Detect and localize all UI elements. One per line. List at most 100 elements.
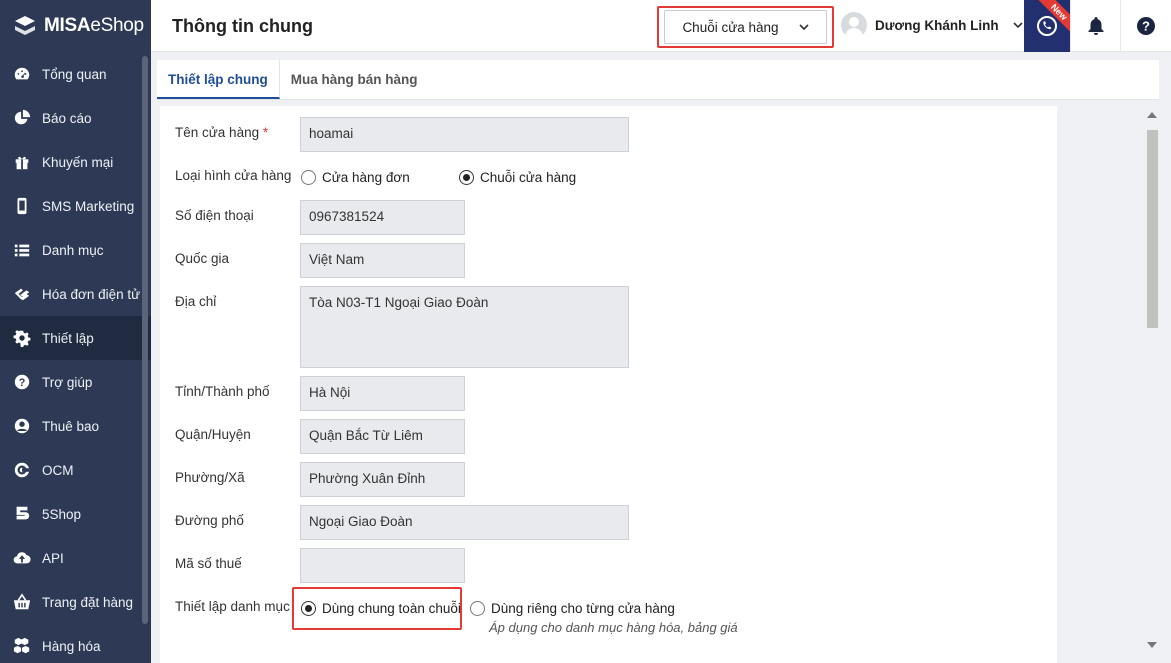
sidebar-item-thiet-lap[interactable]: Thiết lập [0, 316, 151, 360]
radio-label: Chuỗi cửa hàng [480, 170, 577, 185]
chevron-down-icon [1013, 22, 1023, 29]
sidebar-item-danh-muc[interactable]: Danh mục [0, 228, 151, 272]
sidebar-item-label: Tổng quan [42, 66, 107, 82]
logo[interactable]: MISAeShop [0, 0, 151, 52]
district-input[interactable]: Quận Bắc Từ Liêm [300, 419, 465, 454]
store-name-label: Tên cửa hàng * [175, 125, 269, 140]
sidebar-item-label: Hóa đơn điện tử [42, 286, 141, 302]
tab-bar: Thiết lập chung Mua hàng bán hàng [157, 60, 1159, 100]
brand-name: MISAeShop [44, 15, 144, 36]
sidebar-item-hang-hoa[interactable]: Hàng hóa [0, 624, 151, 663]
radio-shared-chain[interactable]: Dùng chung toàn chuỗi [301, 601, 461, 616]
scrollbar-thumb[interactable] [1147, 130, 1158, 328]
radio-circle-selected [301, 601, 316, 616]
scroll-down-arrow-icon[interactable] [1147, 642, 1157, 648]
sidebar-item-label: 5Shop [42, 506, 82, 522]
tab-thiet-lap-chung[interactable]: Thiết lập chung [157, 60, 280, 99]
svg-text:?: ? [1142, 19, 1150, 34]
store-name-input[interactable]: hoamai [300, 117, 629, 152]
sidebar-item-5shop[interactable]: 5Shop [0, 492, 151, 536]
category-setting-note: Áp dụng cho danh mục hàng hóa, bảng giá [489, 620, 738, 635]
sidebar-item-label: Trang đặt hàng [42, 594, 134, 610]
boxes-icon [12, 636, 32, 656]
phone-support-button[interactable]: New [1024, 0, 1070, 52]
list-icon [12, 240, 32, 260]
province-label: Tỉnh/Thành phố [175, 384, 270, 399]
sidebar-item-label: Thiết lập [42, 330, 94, 346]
radio-label: Cửa hàng đơn [322, 170, 410, 185]
country-input[interactable]: Việt Nam [300, 243, 465, 278]
sidebar-item-label: Danh mục [42, 242, 104, 258]
question-icon: ? [12, 372, 32, 392]
content-scrollbar[interactable] [1143, 106, 1161, 652]
radio-per-store[interactable]: Dùng riêng cho từng cửa hàng [470, 601, 675, 616]
avatar [841, 12, 867, 38]
tab-mua-hang-ban-hang[interactable]: Mua hàng bán hàng [280, 60, 429, 99]
invoice-icon [12, 284, 32, 304]
sidebar-item-label: API [42, 550, 64, 566]
sidebar-scrollbar[interactable] [142, 56, 148, 624]
address-textarea[interactable]: Tòa N03-T1 Ngoại Giao Đoàn [300, 286, 629, 368]
sidebar-item-label: Báo cáo [42, 110, 92, 126]
bell-icon [1088, 17, 1103, 35]
top-header: Thông tin chung Chuỗi cửa hàng Dương Khá… [151, 0, 1171, 52]
radio-circle-selected [459, 170, 474, 185]
category-setting-label: Thiết lập danh mục [175, 599, 290, 614]
page-title: Thông tin chung [172, 16, 313, 36]
svg-text:?: ? [19, 377, 26, 389]
user-menu[interactable]: Dương Khánh Linh [841, 12, 1023, 38]
country-label: Quốc gia [175, 251, 230, 266]
sidebar-item-trang-dat-hang[interactable]: Trang đặt hàng [0, 580, 151, 624]
gear-icon [12, 328, 32, 348]
sidebar-item-label: Hàng hóa [42, 638, 101, 654]
sidebar: MISAeShop Tổng quan Báo cáo Khuyến mại S… [0, 0, 151, 663]
store-select-value: Chuỗi cửa hàng [682, 19, 779, 35]
notification-button[interactable] [1070, 0, 1120, 52]
sidebar-item-bao-cao[interactable]: Báo cáo [0, 96, 151, 140]
radio-single-store[interactable]: Cửa hàng đơn [301, 170, 410, 185]
user-icon [12, 416, 32, 436]
street-input[interactable]: Ngoại Giao Đoàn [300, 505, 629, 540]
phone-label: Số điện thoại [175, 208, 254, 223]
radio-circle [301, 170, 316, 185]
sidebar-item-api[interactable]: API [0, 536, 151, 580]
scroll-up-arrow-icon[interactable] [1147, 112, 1157, 118]
sidebar-item-label: Khuyến mại [42, 154, 114, 170]
radio-label: Dùng riêng cho từng cửa hàng [491, 601, 675, 616]
radio-store-chain[interactable]: Chuỗi cửa hàng [459, 170, 576, 185]
sidebar-item-label: Thuê bao [42, 418, 100, 434]
sidebar-item-ocm[interactable]: OCM [0, 448, 151, 492]
ward-input[interactable]: Phường Xuân Đỉnh [300, 462, 465, 497]
sidebar-item-tro-giup[interactable]: ? Trợ giúp [0, 360, 151, 404]
radio-label: Dùng chung toàn chuỗi [322, 601, 461, 616]
street-label: Đường phố [175, 513, 244, 528]
dashboard-icon [12, 64, 32, 84]
ocm-icon [12, 460, 32, 480]
sidebar-menu: Tổng quan Báo cáo Khuyến mại SMS Marketi… [0, 52, 151, 663]
sidebar-item-hoa-don-dien-tu[interactable]: Hóa đơn điện tử [0, 272, 151, 316]
sidebar-item-tong-quan[interactable]: Tổng quan [0, 52, 151, 96]
ward-label: Phường/Xã [175, 470, 245, 485]
5shop-icon [12, 504, 32, 524]
gift-icon [12, 152, 32, 172]
chevron-down-icon [798, 24, 809, 31]
phone-input[interactable]: 0967381524 [300, 200, 465, 235]
district-label: Quận/Huyện [175, 427, 251, 442]
basket-icon [12, 592, 32, 612]
sidebar-item-sms-marketing[interactable]: SMS Marketing [0, 184, 151, 228]
store-select-dropdown[interactable]: Chuỗi cửa hàng [664, 10, 827, 44]
sidebar-item-khuyen-mai[interactable]: Khuyến mại [0, 140, 151, 184]
help-button[interactable]: ? [1120, 0, 1170, 52]
mobile-icon [12, 196, 32, 216]
tax-code-input[interactable] [300, 548, 465, 583]
tax-code-label: Mã số thuế [175, 556, 242, 571]
province-input[interactable]: Hà Nội [300, 376, 465, 411]
sidebar-item-thue-bao[interactable]: Thuê bao [0, 404, 151, 448]
misa-logo-icon [15, 16, 35, 35]
sidebar-item-label: Trợ giúp [42, 374, 93, 390]
radio-circle [470, 601, 485, 616]
sidebar-item-label: OCM [42, 462, 74, 478]
question-circle-icon: ? [1136, 17, 1155, 35]
cloud-upload-icon [12, 548, 32, 568]
pie-chart-icon [12, 108, 32, 128]
